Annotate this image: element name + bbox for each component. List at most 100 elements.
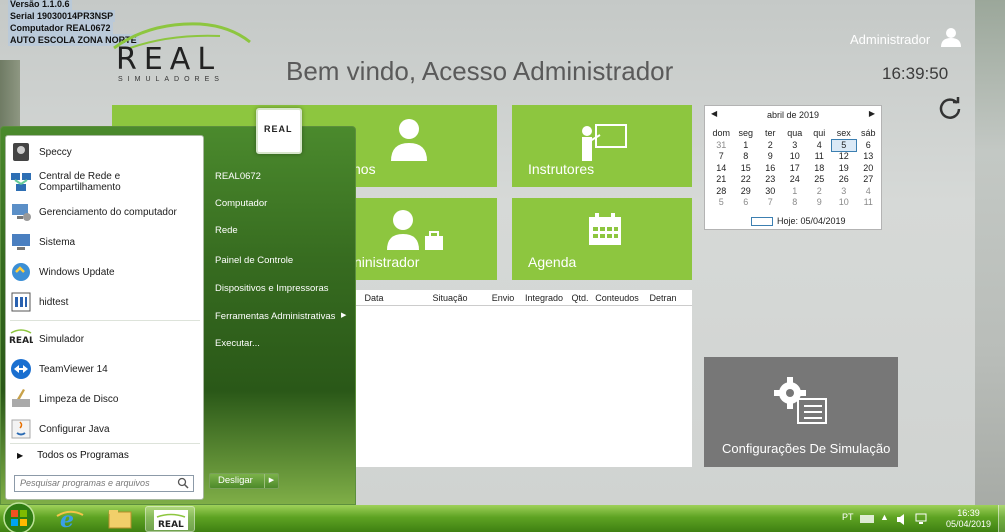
start-item-hidtest[interactable]: hidtest — [9, 288, 203, 316]
calendar-day[interactable]: 19 — [832, 163, 857, 175]
calendar-day[interactable]: 9 — [807, 197, 832, 209]
calendar-day[interactable]: 2 — [807, 186, 832, 198]
start-right-admin-tools[interactable]: Ferramentas Administrativas ▶ — [215, 311, 346, 322]
real-logo: REAL SIMULADORES — [110, 18, 260, 83]
calendar-day[interactable]: 6 — [856, 140, 881, 152]
calendar-day[interactable]: 4 — [807, 140, 832, 152]
start-item-java[interactable]: Configurar Java — [9, 415, 203, 443]
tile-simulation-settings[interactable]: Configurações De Simulação — [704, 357, 898, 467]
calendar-day[interactable]: 26 — [832, 174, 857, 186]
keyboard-icon[interactable] — [860, 515, 874, 523]
start-right-run[interactable]: Executar... — [215, 338, 260, 349]
grid-column-header[interactable]: Conteudos — [593, 293, 641, 303]
calendar-day[interactable]: 11 — [856, 197, 881, 209]
start-right-network[interactable]: Rede — [215, 225, 238, 236]
calendar-next-button[interactable]: ▶ — [869, 109, 875, 118]
calendar-day[interactable]: 25 — [807, 174, 832, 186]
weekday-label: qui — [813, 128, 826, 139]
calendar-day[interactable]: 28 — [709, 186, 734, 198]
calendar-day[interactable]: 11 — [807, 151, 832, 163]
calendar-day[interactable]: 5 — [709, 197, 734, 209]
calendar-day[interactable]: 22 — [734, 174, 759, 186]
calendar-day[interactable]: 17 — [783, 163, 808, 175]
start-right-computer[interactable]: Computador — [215, 198, 267, 209]
calendar-day[interactable]: 10 — [783, 151, 808, 163]
show-hidden-icons-icon[interactable]: ▲ — [880, 512, 889, 522]
start-item-teamviewer[interactable]: TeamViewer 14 — [9, 355, 203, 383]
tile-schedule[interactable]: Agenda — [512, 198, 692, 280]
calendar-day[interactable]: 15 — [734, 163, 759, 175]
windows-start-orb-icon[interactable] — [2, 501, 36, 532]
calendar-day[interactable]: 1 — [734, 140, 759, 152]
start-item-system[interactable]: Sistema — [9, 228, 203, 256]
calendar-day[interactable]: 29 — [734, 186, 759, 198]
refresh-icon[interactable] — [938, 96, 962, 120]
calendar-day[interactable]: 8 — [734, 151, 759, 163]
calendar-day[interactable]: 3 — [832, 186, 857, 198]
calendar-day[interactable]: 2 — [758, 140, 783, 152]
start-item-computer-management[interactable]: Gerenciamento do computador — [9, 198, 203, 226]
calendar-day[interactable]: 27 — [856, 174, 881, 186]
calendar-day[interactable]: 13 — [856, 151, 881, 163]
weekday-label: dom — [712, 128, 730, 139]
calendar-day[interactable]: 6 — [734, 197, 759, 209]
calendar-day[interactable]: 20 — [856, 163, 881, 175]
start-item-simulator[interactable]: REAL Simulador — [9, 325, 203, 353]
language-indicator[interactable]: PT — [842, 512, 854, 522]
show-desktop-button[interactable] — [998, 505, 1005, 532]
calendar-day[interactable]: 18 — [807, 163, 832, 175]
calendar-month-title[interactable]: abril de 2019 — [705, 110, 881, 120]
start-right-devices-printers[interactable]: Dispositivos e Impressoras — [215, 283, 329, 294]
month-calendar[interactable]: ◀ abril de 2019 ▶ dom seg ter qua qui se… — [704, 105, 882, 230]
network-status-icon[interactable] — [915, 513, 929, 525]
tile-instructors[interactable]: Instrutores — [512, 105, 692, 187]
search-icon[interactable] — [177, 477, 189, 489]
taskbar-clock[interactable]: 16:39 05/04/2019 — [946, 508, 991, 530]
calendar-day[interactable]: 9 — [758, 151, 783, 163]
calendar-day[interactable]: 4 — [856, 186, 881, 198]
calendar-day[interactable]: 3 — [783, 140, 808, 152]
calendar-day[interactable]: 30 — [758, 186, 783, 198]
calendar-day[interactable]: 1 — [783, 186, 808, 198]
calendar-day[interactable]: 21 — [709, 174, 734, 186]
start-item-network[interactable]: Central de Rede e Compartilhamento — [9, 168, 203, 196]
start-search-input[interactable]: Pesquisar programas e arquivos — [14, 475, 194, 492]
calendar-day[interactable]: 24 — [783, 174, 808, 186]
user-icon[interactable] — [940, 26, 962, 48]
grid-column-header[interactable]: Data — [355, 293, 393, 303]
shutdown-options-arrow-icon[interactable]: ▶ — [264, 474, 278, 488]
grid-column-header[interactable]: Integrado — [521, 293, 567, 303]
calendar-day[interactable]: 5 — [830, 138, 857, 152]
calendar-today[interactable]: Hoje: 05/04/2019 — [751, 216, 846, 227]
calendar-day[interactable]: 31 — [709, 140, 734, 152]
calendar-day[interactable]: 8 — [783, 197, 808, 209]
grid-column-header[interactable]: Qtd. — [567, 293, 593, 303]
calendar-day[interactable]: 12 — [832, 151, 857, 163]
calendar-day[interactable]: 10 — [832, 197, 857, 209]
grid-column-header[interactable]: Situação — [415, 293, 485, 303]
calendar-day[interactable]: 7 — [709, 151, 734, 163]
start-item-windows-update[interactable]: Windows Update — [9, 258, 203, 286]
calendar-day[interactable]: 16 — [758, 163, 783, 175]
taskbar-file-explorer[interactable] — [95, 506, 145, 532]
current-user-label[interactable]: Administrador — [850, 32, 930, 47]
start-item-disk-cleanup[interactable]: Limpeza de Disco — [9, 385, 203, 413]
grid-column-header[interactable]: Detran — [641, 293, 685, 303]
calendar-week-row: 28 29 30 1 2 3 4 — [709, 186, 881, 198]
shutdown-button[interactable]: Desligar ▶ — [209, 473, 279, 489]
calendar-day[interactable]: 14 — [709, 163, 734, 175]
internet-explorer-icon: e — [56, 507, 84, 532]
start-right-control-panel[interactable]: Painel de Controle — [215, 255, 293, 266]
taskbar-real-simulator[interactable]: REAL — [145, 506, 195, 532]
volume-icon[interactable] — [897, 514, 909, 525]
start-item-speccy[interactable]: Speccy — [9, 138, 203, 166]
all-programs-button[interactable]: ▶ Todos os Programas — [9, 445, 203, 465]
taskbar-internet-explorer[interactable]: e — [45, 506, 95, 532]
exams-grid[interactable]: Data Situação Envio Integrado Qtd. Conte… — [355, 290, 692, 467]
calendar-day[interactable]: 7 — [758, 197, 783, 209]
start-item-label: Sistema — [39, 236, 76, 248]
start-right-user[interactable]: REAL0672 — [215, 171, 261, 182]
calendar-day[interactable]: 23 — [758, 174, 783, 186]
grid-column-header[interactable]: Envio — [485, 293, 521, 303]
user-account-picture[interactable]: REAL — [256, 108, 302, 154]
